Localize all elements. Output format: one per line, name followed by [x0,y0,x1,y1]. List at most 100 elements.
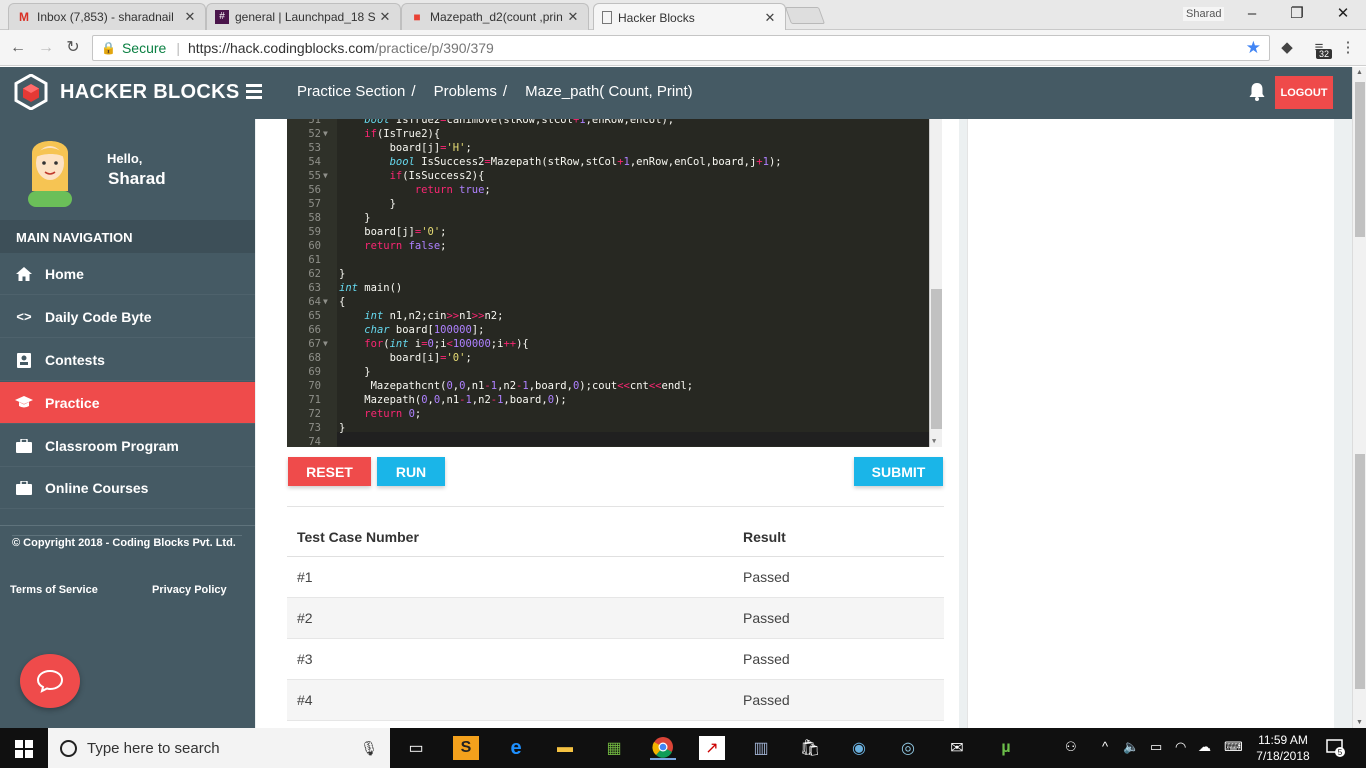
bookmark-star-icon[interactable]: ★ [1246,38,1261,58]
code-line[interactable]: 62} [287,267,927,281]
code-line[interactable]: 69 } [287,365,927,379]
code-line[interactable]: 74 [287,435,927,447]
keyboard-icon[interactable]: ⌨ [1224,739,1243,755]
code-line[interactable]: 55 ▼ if(IsSuccess2){ [287,169,927,183]
scroll-down-arrow-icon[interactable]: ▼ [932,437,936,445]
sidebar-item-home[interactable]: Home [0,253,255,295]
code-line[interactable]: 70 Mazepathcnt(0,0,n1-1,n2-1,board,0);co… [287,379,927,393]
code-line[interactable]: 61 [287,253,927,267]
sidebar-item-online-courses[interactable]: Online Courses [0,467,255,509]
edge-icon[interactable]: e [503,736,529,760]
stock-chart-app-icon[interactable]: ↗ [699,736,725,760]
code-line[interactable]: 67 ▼ for(int i=0;i<100000;i++){ [287,337,927,351]
profile-name[interactable]: Sharad [1183,7,1225,21]
tab-hacker-blocks[interactable]: Hacker Blocks ✕ [593,3,786,31]
sidebar-item-contests[interactable]: Contests [0,339,255,381]
code-line[interactable]: 56 return true; [287,183,927,197]
close-icon[interactable]: ✕ [183,9,197,25]
chrome-icon[interactable] [650,736,676,760]
forward-icon[interactable]: → [36,38,56,58]
sidebar-item-daily-code-byte[interactable]: <> Daily Code Byte [0,296,255,338]
close-icon[interactable]: ✕ [566,9,580,25]
scroll-up-arrow-icon[interactable]: ▲ [1356,69,1363,76]
close-icon[interactable]: ✕ [763,10,777,26]
window-close-icon[interactable]: ✕ [1331,4,1355,24]
code-editor[interactable]: 51 bool IsTrue2=canimove(stRow,stCol+1,e… [287,119,942,447]
code-line[interactable]: 59 board[j]='0'; [287,225,927,239]
windows-start-icon[interactable] [15,740,33,758]
sublime-text-icon[interactable]: S [453,736,479,760]
network-app-icon[interactable]: ◉ [846,736,872,760]
editor-scrollbar[interactable]: ▼ [929,119,942,447]
code-line[interactable]: 71 Mazepath(0,0,n1-1,n2-1,board,0); [287,393,927,407]
privacy-policy-link[interactable]: Privacy Policy [152,584,227,596]
fold-arrow-icon[interactable]: ▼ [323,295,328,309]
store-icon[interactable]: 🛍 [797,736,823,760]
app-icon[interactable]: ▥ [748,736,774,760]
bell-icon[interactable] [1248,82,1266,102]
back-icon[interactable]: ← [8,38,28,58]
code-line[interactable]: 60 return false; [287,239,927,253]
mail-icon[interactable]: ✉ [944,736,970,760]
page-scrollbar-track-segment[interactable] [1355,454,1365,689]
avatar[interactable] [22,133,78,207]
reload-icon[interactable]: ↻ [63,38,83,58]
fold-arrow-icon[interactable]: ▼ [323,169,328,183]
fold-arrow-icon[interactable]: ▼ [323,127,328,141]
taskbar-search-box[interactable]: Type here to search 🎙 [48,728,390,768]
system-clock[interactable]: 11:59 AM 7/18/2018 [1253,732,1313,764]
microphone-icon[interactable]: 🎙 [360,740,378,757]
scroll-down-arrow-icon[interactable]: ▼ [1356,719,1363,726]
code-line[interactable]: 53 board[j]='H'; [287,141,927,155]
minimize-icon[interactable]: – [1240,4,1264,24]
chrome-menu-icon[interactable]: ⋮ [1338,38,1358,58]
eraser-extension-icon[interactable]: ◆ [1277,38,1297,58]
code-line[interactable]: 68 board[i]='0'; [287,351,927,365]
terms-of-service-link[interactable]: Terms of Service [10,584,98,596]
tray-chevron-icon[interactable]: ^ [1102,739,1108,754]
tab-slack[interactable]: # general | Launchpad_18 S ✕ [206,3,401,30]
address-bar[interactable]: 🔒 Secure | https://hack.codingblocks.com… [92,35,1270,61]
eye-app-icon[interactable]: ◎ [895,736,921,760]
page-scrollbar-thumb[interactable] [1355,82,1365,237]
run-button[interactable]: RUN [377,457,445,486]
maximize-icon[interactable]: ❐ [1285,4,1309,24]
tab-gmail[interactable]: M Inbox (7,853) - sharadnail ✕ [8,3,206,30]
code-line[interactable]: 63 int main() [287,281,927,295]
utorrent-icon[interactable]: µ [993,736,1019,760]
brand[interactable]: HACKER BLOCKS [14,74,239,110]
page-scrollbar[interactable]: ▲ ▼ [1352,67,1366,728]
battery-icon[interactable]: ▭ [1150,739,1162,755]
reset-button[interactable]: RESET [288,457,371,486]
action-center-icon[interactable]: 5 [1326,738,1346,758]
fold-arrow-icon[interactable]: ▼ [323,337,328,351]
new-tab-button[interactable] [784,7,826,24]
people-icon[interactable]: ⚇ [1065,739,1077,755]
code-line[interactable]: 64 ▼ { [287,295,927,309]
breadcrumb-practice-section[interactable]: Practice Section [297,83,405,100]
code-line[interactable]: 51 bool IsTrue2=canimove(stRow,stCol+1,e… [287,119,927,127]
code-line[interactable]: 58 } [287,211,927,225]
onedrive-icon[interactable]: ☁ [1198,739,1211,755]
code-line[interactable]: 73} [287,421,927,435]
file-explorer-icon[interactable]: ▬ [552,736,578,760]
logout-button[interactable]: LOGOUT [1275,76,1333,109]
code-line[interactable]: 54 bool IsSuccess2=Mazepath(stRow,stCol+… [287,155,927,169]
sidebar-item-practice[interactable]: Practice [0,382,255,424]
chat-button[interactable] [20,654,80,708]
code-line[interactable]: 52 ▼ if(IsTrue2){ [287,127,927,141]
editor-scrollbar-thumb[interactable] [931,289,942,429]
hamburger-menu-icon[interactable] [246,84,262,100]
minecraft-icon[interactable]: ▦ [601,736,627,760]
tab-mazepath[interactable]: ■ Mazepath_d2(count ,prin ✕ [401,3,589,30]
code-line[interactable]: 72 return 0; [287,407,927,421]
submit-button[interactable]: SUBMIT [854,457,943,486]
wifi-icon[interactable]: ◠ [1175,739,1186,755]
code-line[interactable]: 66 char board[100000]; [287,323,927,337]
sidebar-item-classroom-program[interactable]: Classroom Program [0,425,255,467]
code-line[interactable]: 57 } [287,197,927,211]
volume-icon[interactable]: 🔈 [1123,739,1139,755]
code-line[interactable]: 65 int n1,n2;cin>>n1>>n2; [287,309,927,323]
breadcrumb-problems[interactable]: Problems [434,83,497,100]
close-icon[interactable]: ✕ [378,9,392,25]
